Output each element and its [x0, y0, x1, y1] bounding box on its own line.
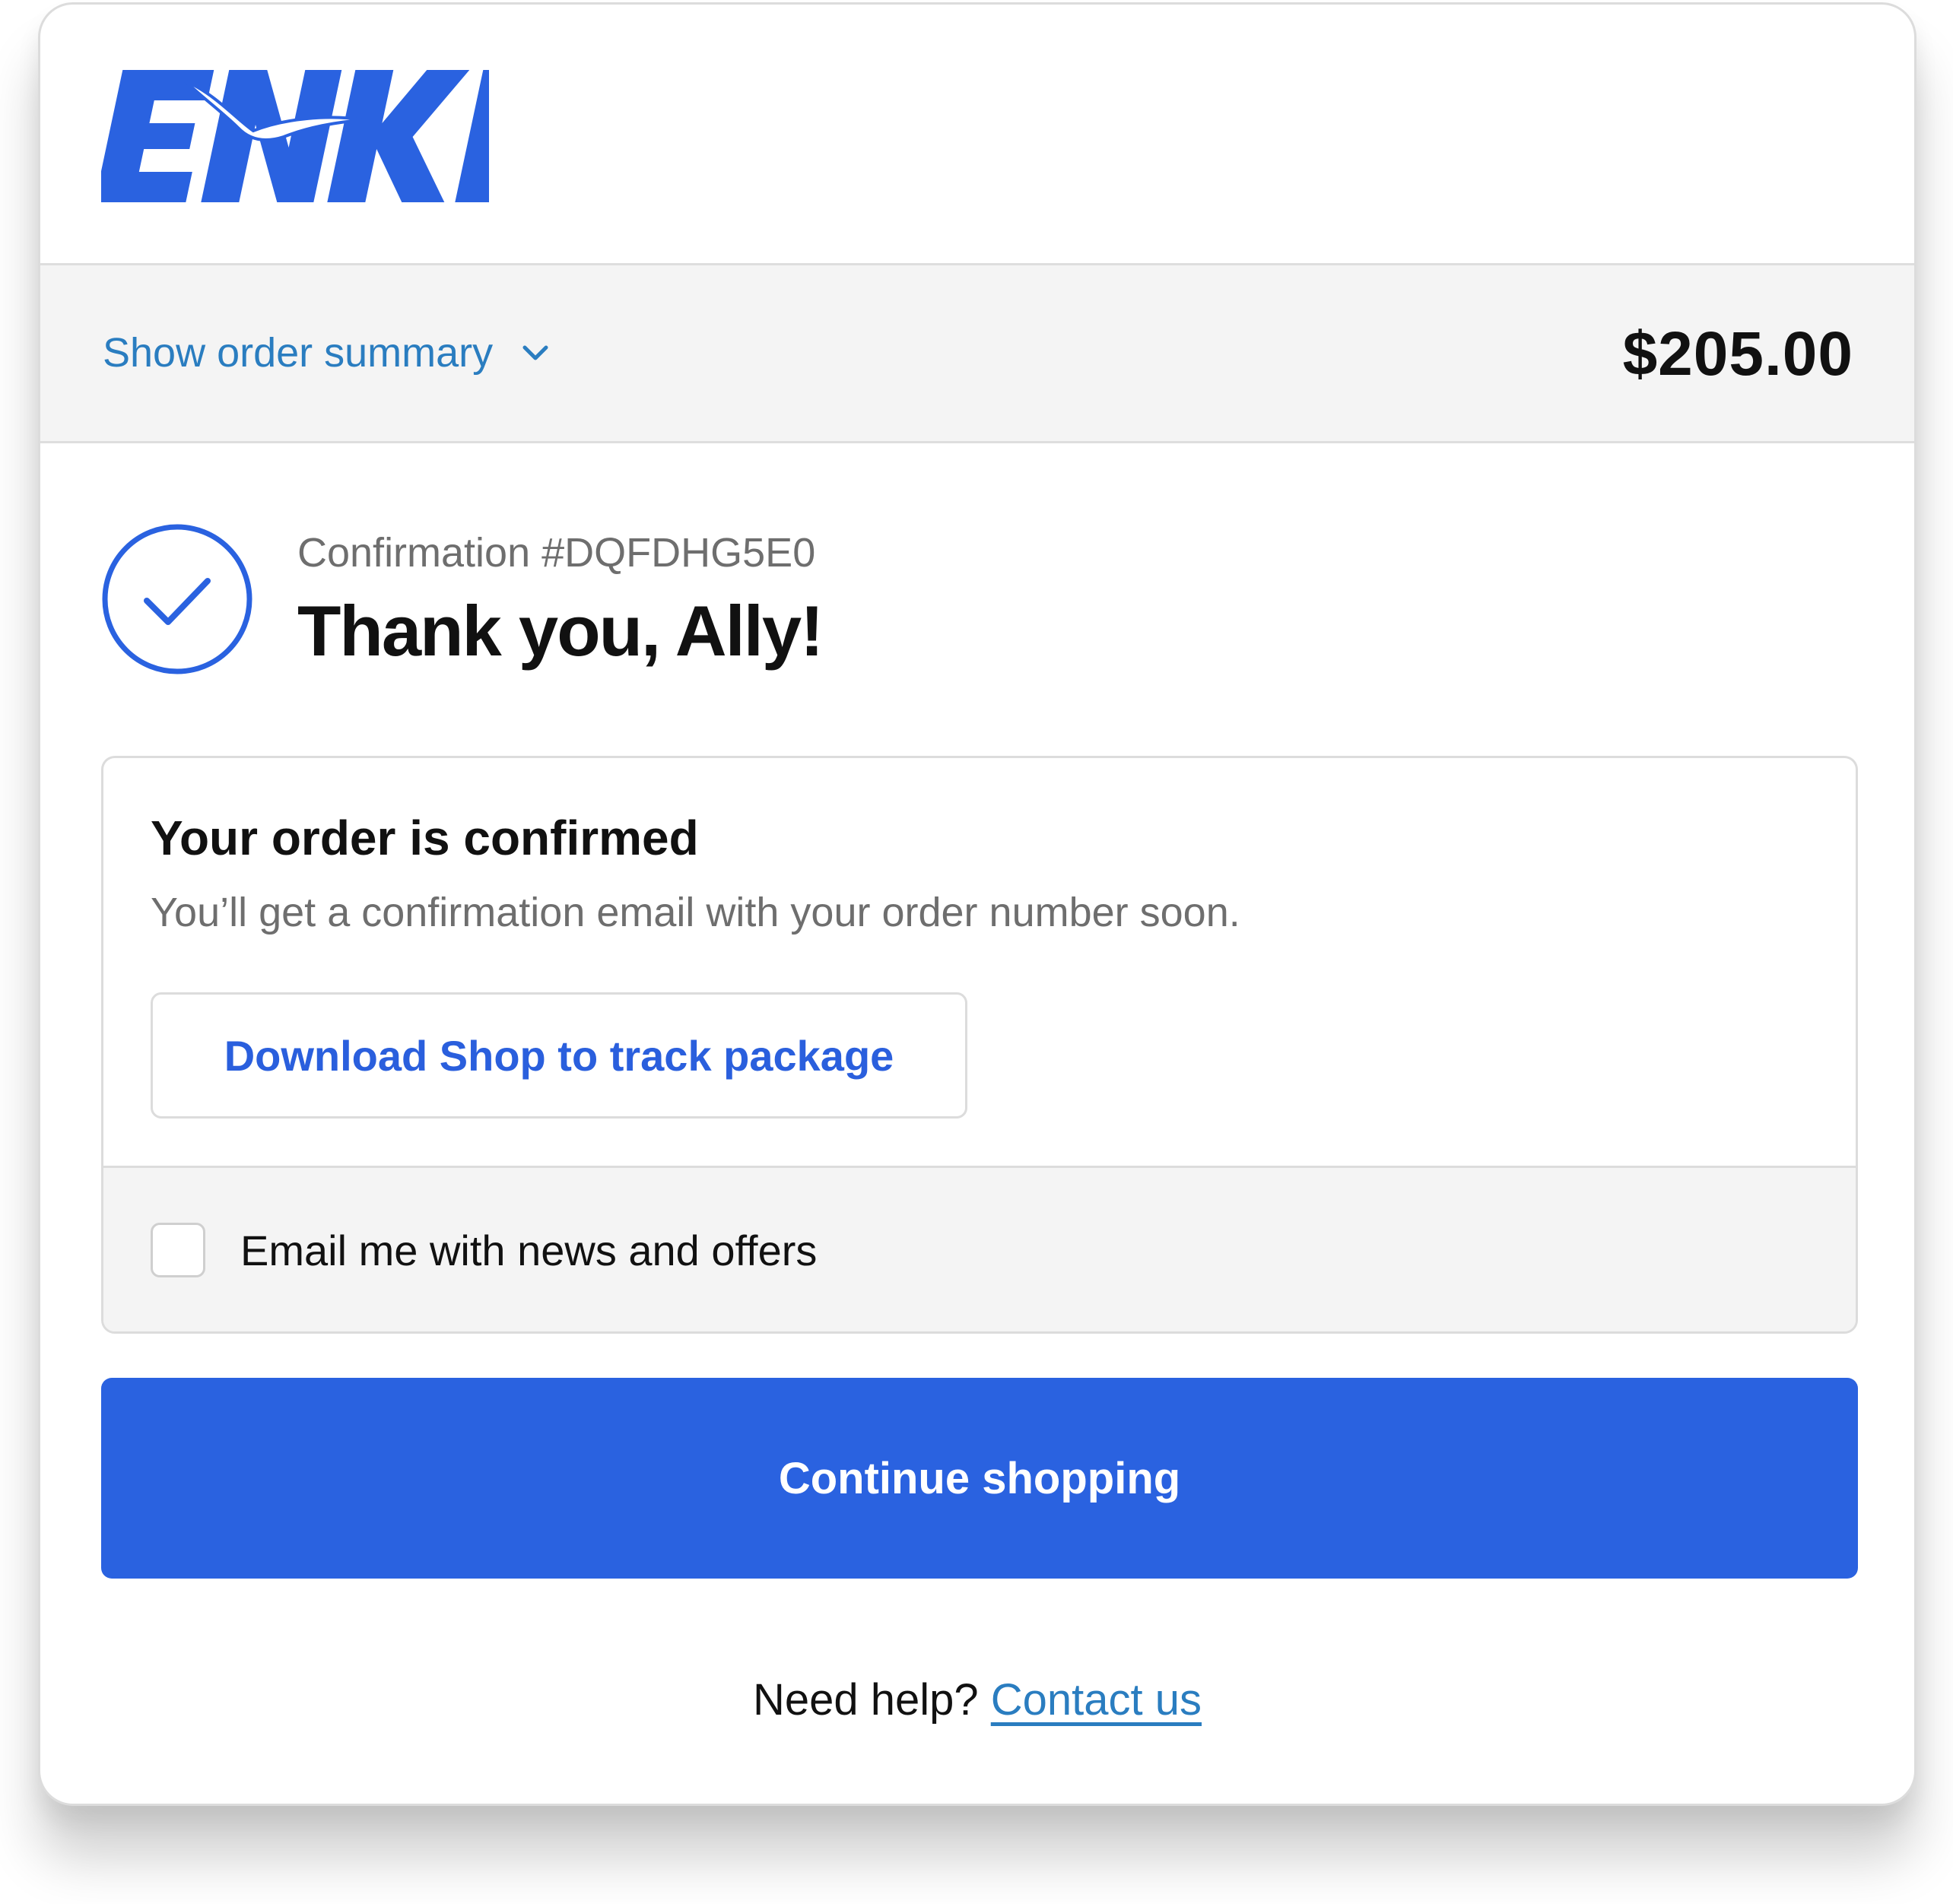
newsletter-label[interactable]: Email me with news and offers [240, 1226, 817, 1275]
thank-you-heading: Thank you, Ally! [297, 591, 824, 671]
header [40, 5, 1914, 265]
contact-us-link[interactable]: Contact us [991, 1675, 1202, 1725]
checkmark-circle-icon [102, 524, 252, 674]
help-prefix: Need help? [752, 1675, 991, 1725]
order-confirmed-heading: Your order is confirmed [151, 811, 699, 865]
show-order-summary-label: Show order summary [103, 330, 494, 376]
chevron-down-icon [522, 345, 548, 360]
order-total: $205.00 [1622, 319, 1853, 389]
newsletter-checkbox[interactable] [151, 1223, 205, 1277]
show-order-summary-toggle[interactable]: Show order summary [103, 329, 551, 376]
help-line: Need help? Contact us [40, 1674, 1914, 1725]
newsletter-optin: Email me with news and offers [103, 1166, 1856, 1331]
download-shop-button[interactable]: Download Shop to track package [151, 992, 967, 1119]
order-confirmed-text: You’ll get a confirmation email with you… [151, 890, 1240, 935]
continue-shopping-button[interactable]: Continue shopping [101, 1378, 1858, 1579]
order-confirmed-panel: Your order is confirmed You’ll get a con… [101, 756, 1858, 1334]
enki-logo[interactable] [101, 64, 489, 208]
confirmation-number: Confirmation #DQFDHG5E0 [297, 530, 816, 576]
checkout-card: Show order summary $205.00 Confirmation … [38, 2, 1916, 1806]
order-summary-bar: Show order summary $205.00 [40, 265, 1914, 443]
